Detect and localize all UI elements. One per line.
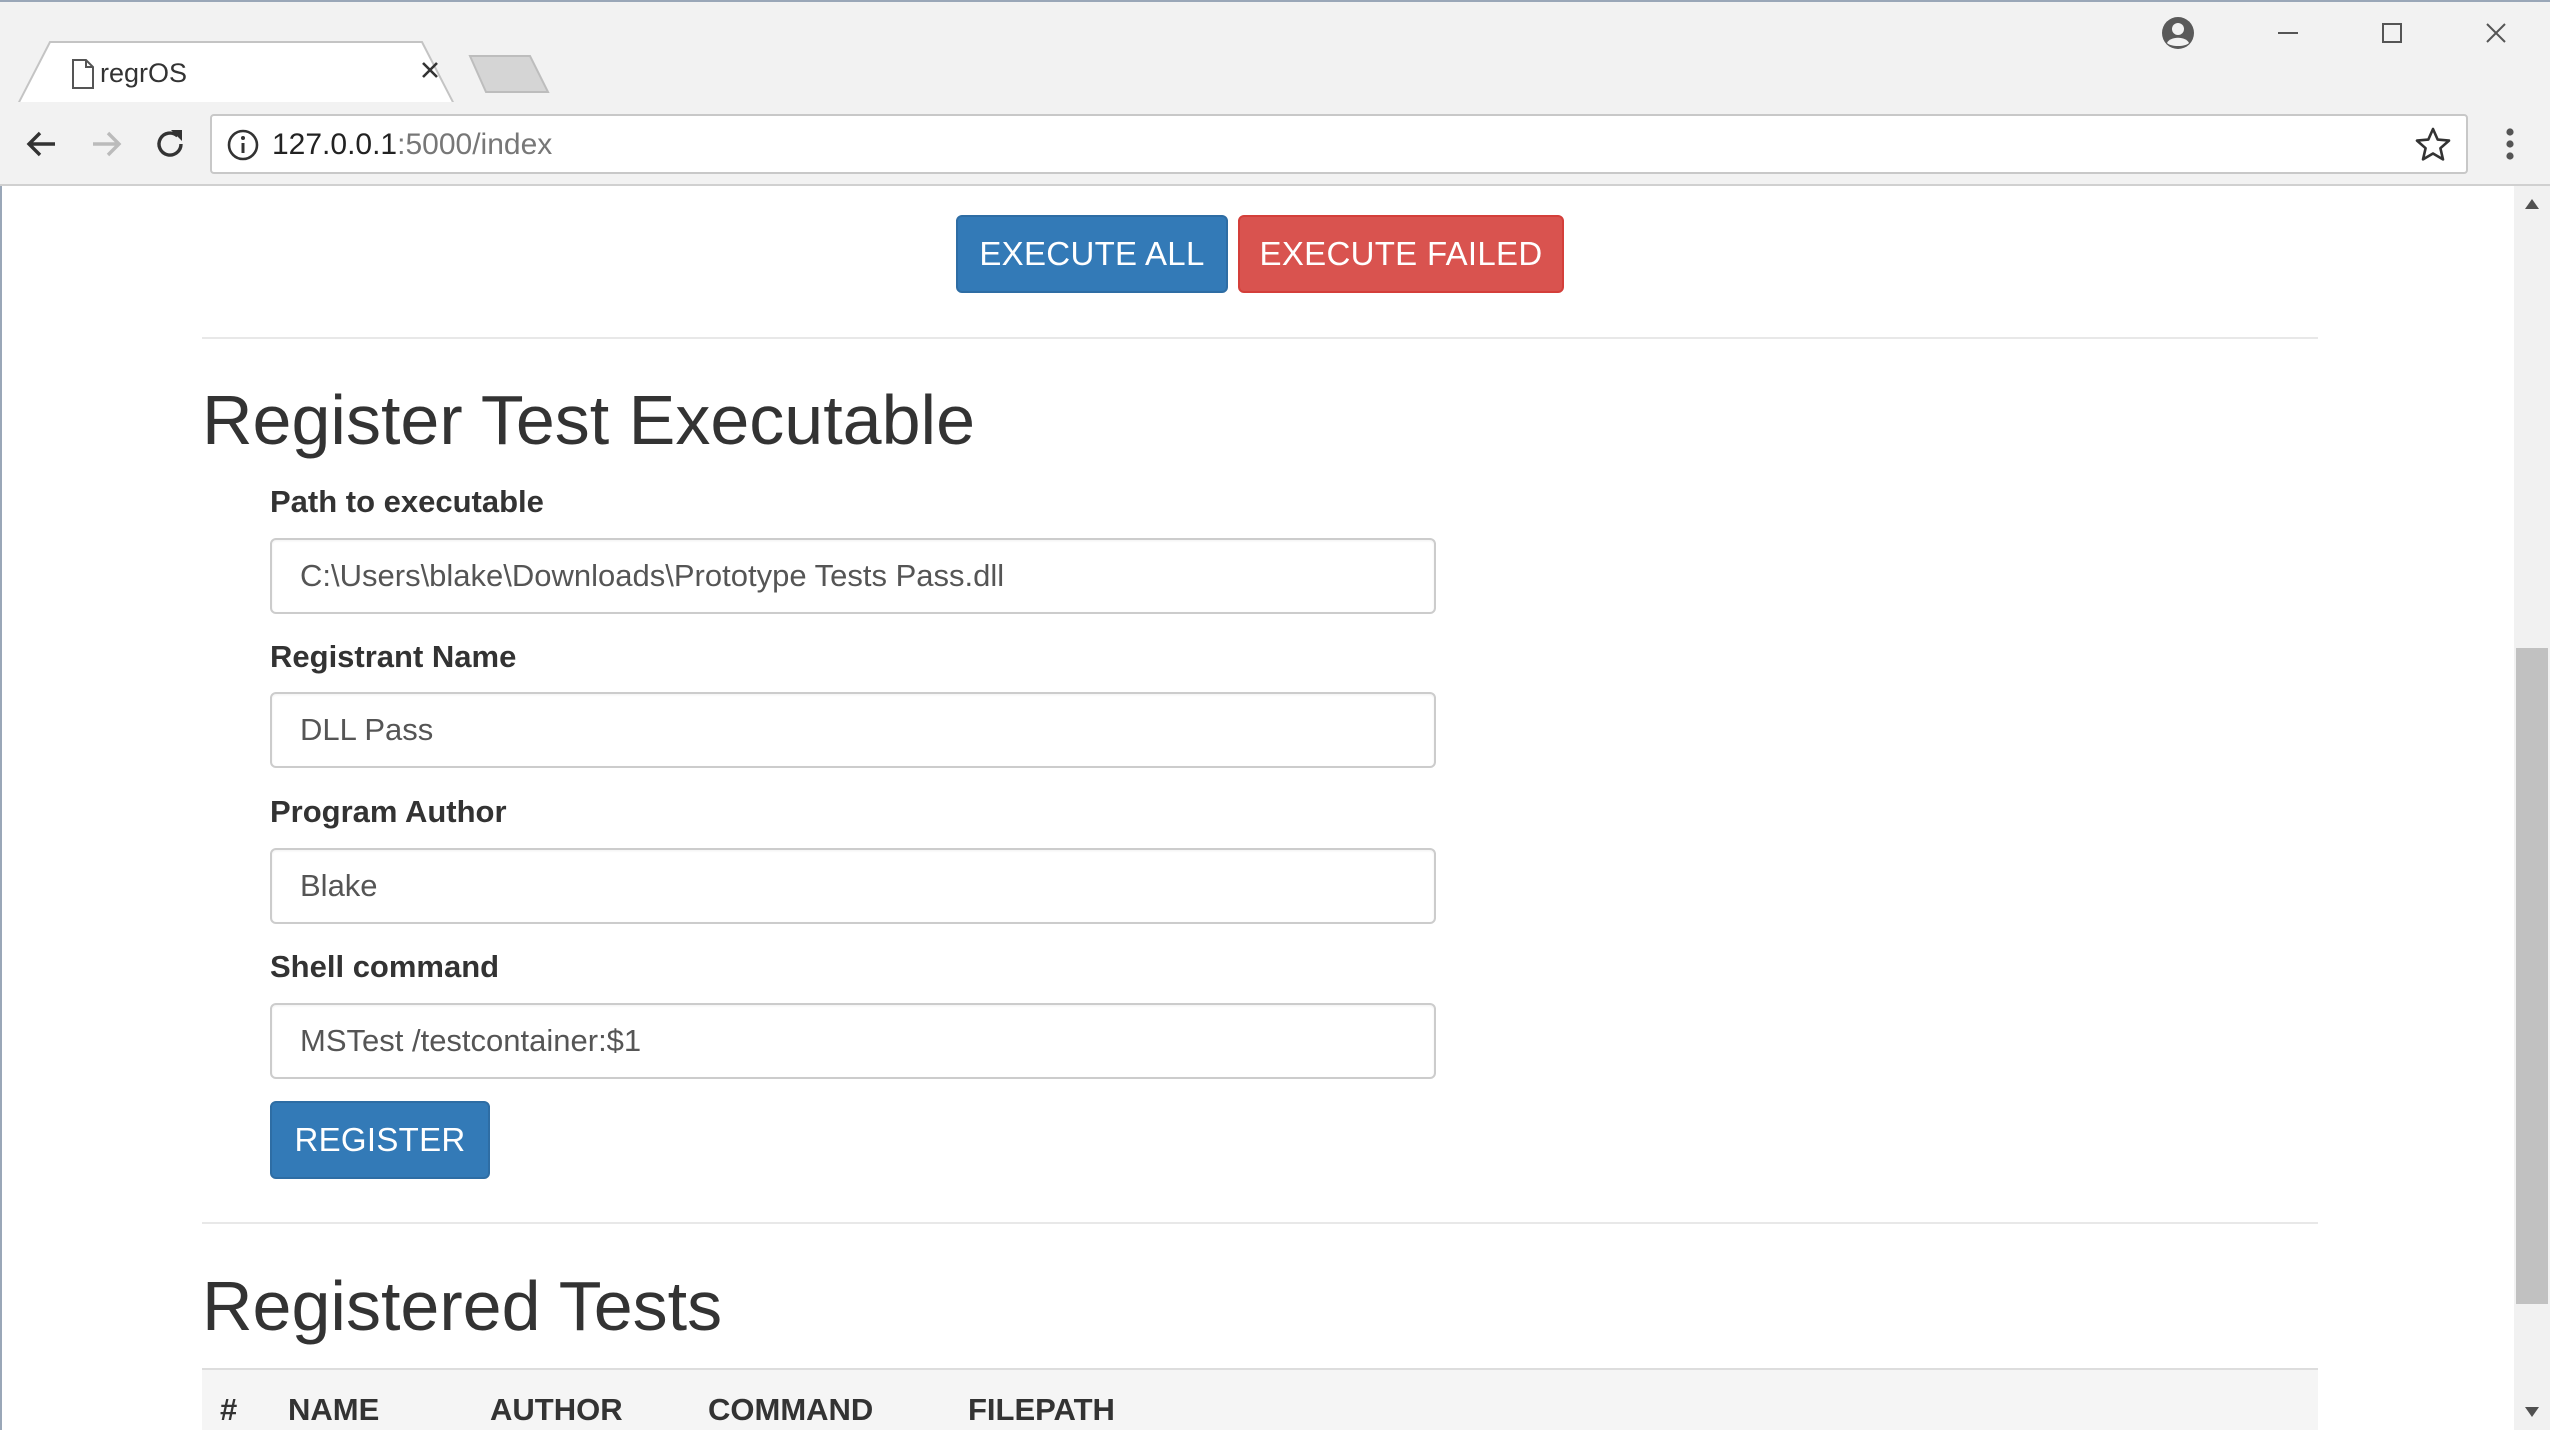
tab-strip: regrOS <box>0 0 2550 108</box>
info-icon[interactable] <box>226 128 260 162</box>
arrow-left-icon <box>26 131 55 157</box>
page-viewport: EXECUTE ALL EXECUTE FAILED Register Test… <box>0 186 2514 1430</box>
scroll-up-arrow-icon[interactable] <box>2522 196 2542 212</box>
arrow-right-icon <box>93 131 122 157</box>
back-button[interactable] <box>18 120 66 168</box>
browser-menu-button[interactable] <box>2490 118 2530 170</box>
divider <box>202 337 2318 339</box>
column-header-number: # <box>220 1392 238 1427</box>
column-header-author: AUTHOR <box>490 1392 623 1427</box>
maximize-icon <box>2382 23 2402 43</box>
star-icon[interactable] <box>2414 126 2452 164</box>
page-scrollbar[interactable] <box>2514 186 2550 1430</box>
tab-close-button[interactable] <box>414 54 446 86</box>
execute-all-button[interactable]: EXECUTE ALL <box>956 215 1228 293</box>
minimize-icon <box>2278 32 2298 34</box>
shell-command-input[interactable]: MSTest /testcontainer:$1 <box>270 1003 1436 1079</box>
close-window-button[interactable] <box>2466 10 2526 56</box>
url-path: :5000/index <box>397 128 553 161</box>
kebab-menu-icon <box>2506 128 2514 160</box>
profile-button[interactable] <box>2148 10 2208 56</box>
column-header-filepath: FILEPATH <box>968 1392 1115 1427</box>
maximize-button[interactable] <box>2362 10 2422 56</box>
execute-failed-button[interactable]: EXECUTE FAILED <box>1238 215 1564 293</box>
new-tab-button[interactable] <box>468 54 552 94</box>
file-icon <box>72 59 94 89</box>
scrollbar-thumb[interactable] <box>2516 648 2548 1304</box>
registrant-name-label: Registrant Name <box>270 639 517 674</box>
register-heading: Register Test Executable <box>202 381 976 459</box>
column-header-command: COMMAND <box>708 1392 874 1427</box>
path-input[interactable]: C:\Users\blake\Downloads\Prototype Tests… <box>270 538 1436 614</box>
address-bar[interactable]: 127.0.0.1:5000/index <box>210 114 2468 174</box>
close-icon <box>2486 23 2506 43</box>
tests-table-header: # NAME AUTHOR COMMAND FILEPATH <box>202 1368 2318 1430</box>
divider <box>202 1222 2318 1224</box>
register-button[interactable]: REGISTER <box>270 1101 490 1179</box>
registered-tests-heading: Registered Tests <box>202 1267 723 1345</box>
program-author-label: Program Author <box>270 794 507 829</box>
scroll-down-arrow-icon[interactable] <box>2522 1404 2542 1420</box>
minimize-button[interactable] <box>2258 10 2318 56</box>
column-header-name: NAME <box>288 1392 380 1427</box>
browser-window: regrOS 127.0.0.1:5000/index EXECUTE ALL … <box>0 0 2550 1430</box>
url-host: 127.0.0.1 <box>272 128 398 161</box>
shell-command-label: Shell command <box>270 949 500 984</box>
reload-button[interactable] <box>146 120 194 168</box>
tab-title: regrOS <box>100 58 188 88</box>
program-author-input[interactable]: Blake <box>270 848 1436 924</box>
browser-tab[interactable]: regrOS <box>16 40 456 108</box>
account-circle-icon <box>2162 17 2194 49</box>
forward-button[interactable] <box>82 120 130 168</box>
browser-toolbar: 127.0.0.1:5000/index <box>0 102 2550 186</box>
url-text[interactable]: 127.0.0.1:5000/index <box>272 128 552 162</box>
path-label: Path to executable <box>270 484 544 519</box>
reload-icon <box>157 130 183 157</box>
registrant-name-input[interactable]: DLL Pass <box>270 692 1436 768</box>
close-icon <box>422 62 438 78</box>
